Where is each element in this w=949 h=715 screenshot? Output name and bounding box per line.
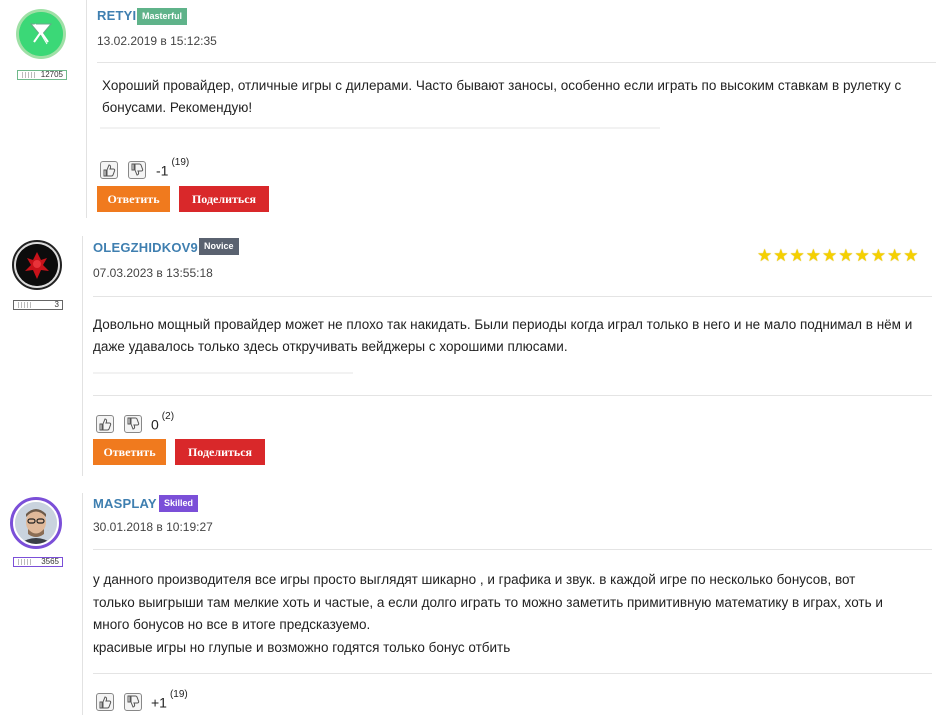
- comment-text: Хороший провайдер, отличные игры с дилер…: [102, 78, 902, 115]
- level-value: 12705: [40, 70, 63, 79]
- star-icon: ★: [805, 246, 821, 266]
- like-button[interactable]: [100, 161, 118, 179]
- like-button[interactable]: [96, 415, 114, 433]
- divider: [100, 127, 660, 129]
- avatar[interactable]: [19, 12, 63, 56]
- avatar[interactable]: [16, 244, 58, 286]
- author-name[interactable]: MASPLAY: [93, 496, 157, 511]
- star-rating: ★ ★ ★ ★ ★ ★ ★ ★ ★ ★: [757, 248, 919, 265]
- share-button[interactable]: Поделиться: [175, 439, 265, 465]
- rank-badge: Novice: [199, 238, 239, 255]
- divider: [86, 0, 87, 218]
- text-line: только выигрыши там мелкие хоть и частые…: [93, 594, 883, 610]
- star-icon: ★: [822, 246, 838, 266]
- reply-button[interactable]: Ответить: [97, 186, 170, 212]
- text-line: у данного производителя все игры просто …: [93, 572, 856, 587]
- divider: [93, 395, 932, 396]
- star-icon: ★: [757, 246, 773, 266]
- divider: [93, 296, 932, 297]
- level-badge: 3: [13, 300, 63, 310]
- thumbs-down-icon: [127, 695, 140, 708]
- comment-date: 07.03.2023 в 13:55:18: [93, 266, 213, 280]
- level-badge: 3565: [13, 557, 63, 567]
- star-icon: ★: [903, 246, 919, 266]
- star-icon: ★: [838, 246, 854, 266]
- level-value: 3: [54, 300, 59, 309]
- vote-count: (19): [171, 157, 190, 168]
- divider: [93, 372, 353, 374]
- thumbs-down-icon: [131, 163, 144, 176]
- avatar-image: [15, 502, 57, 544]
- comment-date: 13.02.2019 в 15:12:35: [97, 34, 217, 48]
- thumbs-down-icon: [127, 417, 140, 430]
- thumbs-up-icon: [99, 696, 112, 709]
- thumbs-up-icon: [103, 164, 116, 177]
- comment-1: 12705 RETYI Masterful 13.02.2019 в 15:12…: [0, 0, 949, 225]
- divider: [97, 62, 936, 63]
- comment-3: 3565 MASPLAY Skilled 30.01.2018 в 10:19:…: [0, 485, 949, 715]
- text-line: красивые игры но глупые и возможно годят…: [93, 639, 511, 655]
- dislike-button[interactable]: [124, 415, 142, 433]
- divider: [93, 549, 932, 550]
- score: +1(19): [151, 689, 188, 711]
- star-icon: ★: [887, 246, 903, 266]
- comment-text: у данного производителя все игры просто …: [93, 569, 933, 659]
- score-value: -1: [156, 162, 169, 179]
- score: -1(19): [156, 157, 189, 179]
- score-value: 0: [151, 416, 159, 433]
- comment-date: 30.01.2018 в 10:19:27: [93, 520, 213, 534]
- avatar-image: [16, 244, 58, 286]
- divider: [82, 493, 83, 715]
- dislike-button[interactable]: [128, 161, 146, 179]
- divider: [82, 236, 83, 476]
- star-icon: ★: [870, 246, 886, 266]
- star-icon: ★: [773, 246, 789, 266]
- avatar-image: [19, 12, 63, 56]
- comment-2: 3 OLEGZHIDKOV9 Novice 07.03.2023 в 13:55…: [0, 230, 949, 476]
- rank-badge: Skilled: [159, 495, 199, 512]
- level-value: 3565: [41, 557, 59, 566]
- reply-button[interactable]: Ответить: [93, 439, 166, 465]
- rank-badge: Masterful: [137, 8, 188, 25]
- avatar[interactable]: [15, 502, 57, 544]
- star-icon: ★: [854, 246, 870, 266]
- vote-count: (2): [161, 411, 175, 422]
- author-name[interactable]: OLEGZHIDKOV9: [93, 240, 198, 255]
- level-badge: 12705: [17, 70, 67, 80]
- score: 0(2): [151, 411, 174, 433]
- text-line: много бонусов но все в итоге предсказуем…: [93, 617, 371, 632]
- divider: [93, 673, 932, 674]
- like-button[interactable]: [96, 693, 114, 711]
- author-name[interactable]: RETYI: [97, 8, 136, 23]
- comment-text: Довольно мощный провайдер может не плохо…: [93, 317, 913, 354]
- vote-count: (19): [169, 689, 188, 700]
- dislike-button[interactable]: [124, 693, 142, 711]
- share-button[interactable]: Поделиться: [179, 186, 269, 212]
- thumbs-up-icon: [99, 418, 112, 431]
- star-icon: ★: [789, 246, 805, 266]
- score-value: +1: [151, 694, 167, 711]
